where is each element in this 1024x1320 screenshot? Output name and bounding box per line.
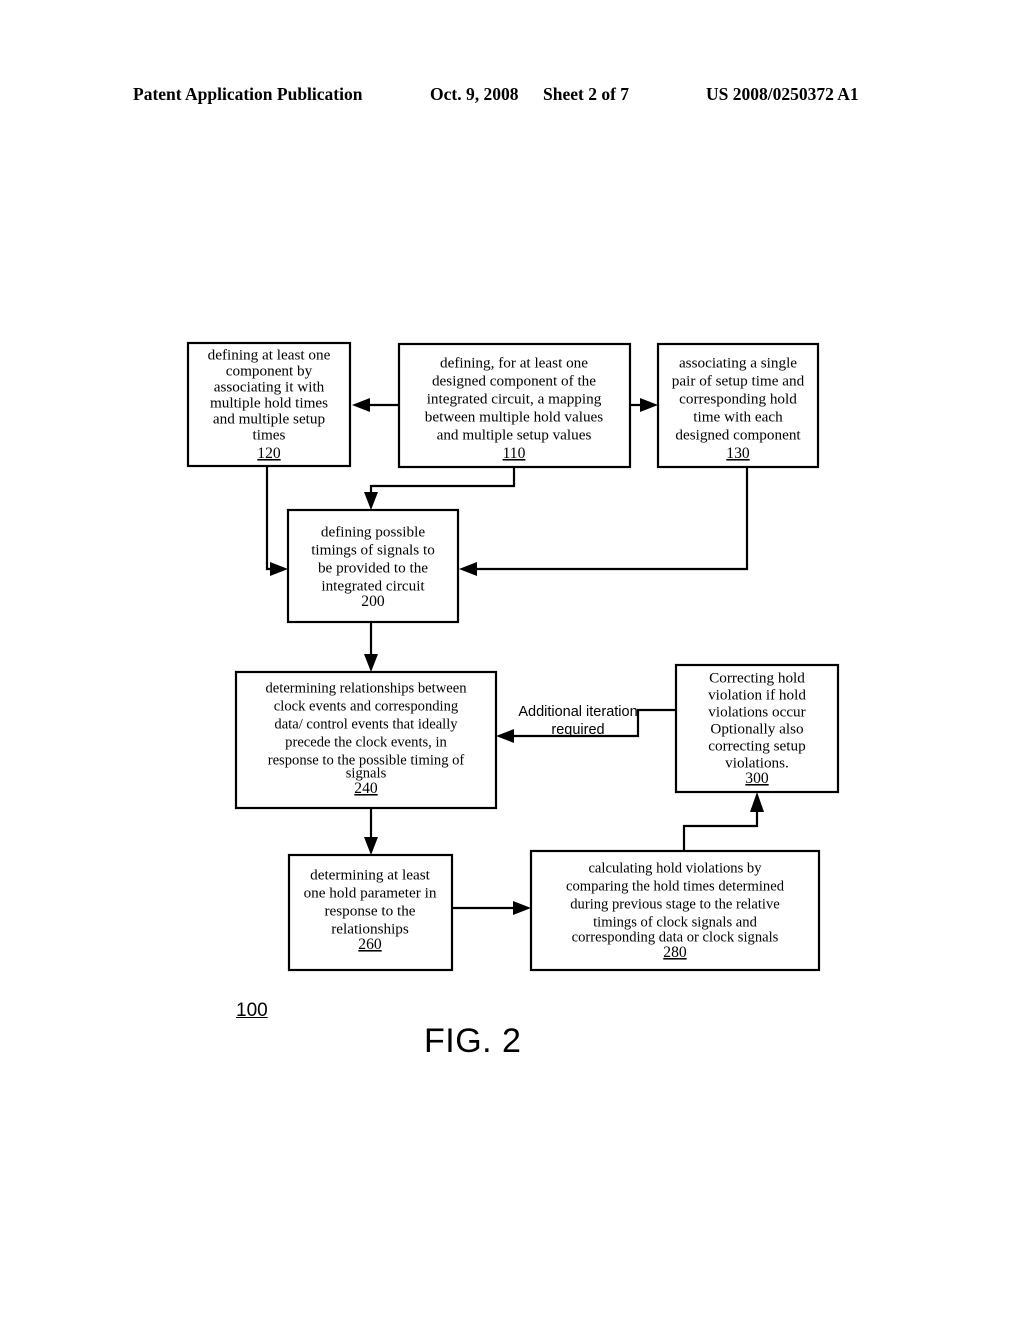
figure-reference-numeral: 100: [236, 1000, 268, 1021]
node-200-line-2: be provided to the: [318, 559, 428, 576]
node-110-line-3: between multiple hold values: [425, 408, 603, 425]
node-300-line-5: violations.: [725, 754, 789, 771]
node-280-line-3: timings of clock signals and: [593, 914, 757, 930]
annotation-line-2: required: [551, 722, 604, 738]
connector-110-to-120: [352, 398, 399, 412]
node-120-line-1: component by: [226, 362, 313, 379]
patent-page: Patent Application Publication Oct. 9, 2…: [0, 0, 1024, 1320]
node-280[interactable]: calculating hold violations by comparing…: [529, 849, 821, 972]
node-260[interactable]: determining at least one hold parameter …: [287, 853, 454, 972]
connector-120-to-200: [265, 466, 288, 576]
node-260-number: 260: [358, 936, 382, 953]
node-120-line-4: and multiple setup: [213, 410, 325, 427]
node-120-line-2: associating it with: [214, 378, 325, 395]
node-240-line-2: data/ control events that ideally: [274, 716, 458, 732]
node-120-line-3: multiple hold times: [210, 394, 328, 411]
node-200-number: 200: [361, 593, 385, 610]
node-280-line-0: calculating hold violations by: [588, 860, 762, 876]
node-300-number: 300: [745, 770, 769, 787]
node-280-line-2: during previous stage to the relative: [570, 896, 780, 912]
node-300-line-1: violation if hold: [708, 686, 806, 703]
annotation-line-1: Additional iteration: [518, 704, 637, 720]
node-200[interactable]: defining possible timings of signals to …: [286, 508, 460, 624]
connector-240-to-260: [364, 808, 378, 855]
node-120-line-5: times: [253, 426, 286, 443]
node-200-line-0: defining possible: [321, 523, 425, 540]
node-240-line-3: precede the clock events, in: [285, 734, 447, 750]
node-300-line-4: correcting setup: [708, 737, 805, 754]
node-240[interactable]: determining relationships between clock …: [234, 670, 498, 810]
node-130-number: 130: [726, 445, 750, 462]
node-240-line-5: signals: [346, 765, 387, 781]
node-300-line-3: Optionally also: [710, 720, 804, 737]
node-130-line-0: associating a single: [679, 354, 797, 371]
node-260-line-2: response to the: [324, 902, 415, 919]
node-260-line-1: one hold parameter in: [304, 884, 437, 901]
connector-200-to-240: [364, 622, 378, 672]
node-110-line-4: and multiple setup values: [437, 426, 592, 443]
annotation-additional-iteration: Additional iteration required: [518, 704, 637, 738]
node-240-line-0: determining relationships between: [265, 680, 467, 696]
node-300-line-2: violations occur: [708, 703, 805, 720]
connector-130-to-200: [459, 467, 749, 576]
node-240-number: 240: [354, 780, 378, 797]
node-120-line-0: defining at least one: [208, 346, 331, 363]
node-300-line-0: Correcting hold: [709, 669, 805, 686]
connector-110-to-200: [364, 467, 516, 510]
node-130-line-2: corresponding hold: [679, 390, 797, 407]
node-260-line-3: relationships: [331, 920, 409, 937]
node-200-line-3: integrated circuit: [321, 577, 425, 594]
node-120[interactable]: defining at least one component by assoc…: [186, 341, 352, 468]
connector-110-to-130: [629, 398, 658, 412]
node-200-line-1: timings of signals to: [311, 541, 435, 558]
node-110-line-2: integrated circuit, a mapping: [427, 390, 602, 407]
figure-caption: FIG. 2: [424, 1022, 522, 1060]
node-130-line-3: time with each: [693, 408, 783, 425]
node-110[interactable]: defining, for at least one designed comp…: [397, 342, 632, 469]
node-110-line-1: designed component of the: [432, 372, 596, 389]
node-130-line-4: designed component: [675, 426, 801, 443]
node-280-line-1: comparing the hold times determined: [566, 878, 785, 894]
node-280-number: 280: [663, 944, 687, 961]
node-110-line-0: defining, for at least one: [440, 354, 588, 371]
node-110-number: 110: [503, 445, 526, 462]
node-300[interactable]: Correcting hold violation if hold violat…: [674, 663, 840, 794]
flowchart: defining at least one component by assoc…: [186, 341, 840, 972]
node-130-line-1: pair of setup time and: [672, 372, 805, 389]
connector-260-to-280: [452, 901, 531, 915]
node-130[interactable]: associating a single pair of setup time …: [656, 342, 820, 469]
node-120-number: 120: [257, 445, 281, 462]
connector-280-to-300: [682, 792, 764, 851]
node-260-line-0: determining at least: [310, 866, 431, 883]
node-280-line-4: corresponding data or clock signals: [572, 929, 779, 945]
node-240-line-1: clock events and corresponding: [274, 698, 459, 714]
